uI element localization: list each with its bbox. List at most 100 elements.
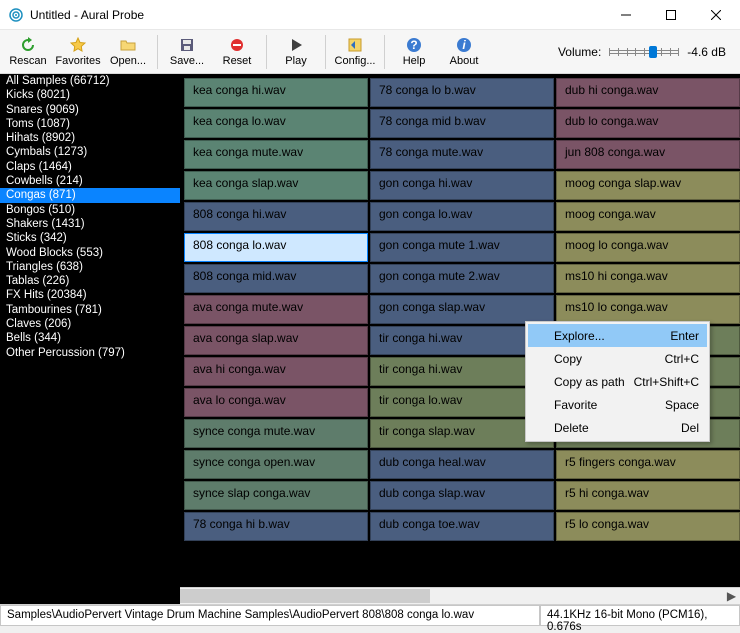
menu-item[interactable]: Copy as pathCtrl+Shift+C xyxy=(528,370,707,393)
menu-item-shortcut: Ctrl+C xyxy=(665,352,699,366)
sample-cell[interactable]: r5 hi conga.wav xyxy=(556,481,740,510)
title-bar: Untitled - Aural Probe xyxy=(0,0,740,30)
rescan-button[interactable]: Rescan xyxy=(4,32,52,72)
menu-item[interactable]: FavoriteSpace xyxy=(528,393,707,416)
menu-item[interactable]: Explore...Enter xyxy=(528,324,707,347)
sample-cell[interactable]: r5 fingers conga.wav xyxy=(556,450,740,479)
sample-cell[interactable]: 808 conga mid.wav xyxy=(184,264,368,293)
sample-cell[interactable]: moog conga.wav xyxy=(556,202,740,231)
sample-cell[interactable]: dub conga toe.wav xyxy=(370,512,554,541)
minimize-button[interactable] xyxy=(603,1,648,29)
sample-cell[interactable]: ms10 hi conga.wav xyxy=(556,264,740,293)
maximize-button[interactable] xyxy=(648,1,693,29)
category-item[interactable]: Cymbals (1273) xyxy=(0,145,180,159)
help-icon: ? xyxy=(405,36,423,54)
grid-row: 78 conga hi b.wavdub conga toe.wavr5 lo … xyxy=(184,512,740,541)
sample-cell[interactable]: kea conga slap.wav xyxy=(184,171,368,200)
sample-cell[interactable]: kea conga mute.wav xyxy=(184,140,368,169)
category-item[interactable]: Shakers (1431) xyxy=(0,217,180,231)
category-item[interactable]: Sticks (342) xyxy=(0,231,180,245)
info-icon: i xyxy=(455,36,473,54)
category-item[interactable]: Claves (206) xyxy=(0,317,180,331)
close-button[interactable] xyxy=(693,1,738,29)
sample-cell[interactable]: ava hi conga.wav xyxy=(184,357,368,386)
category-item[interactable]: Triangles (638) xyxy=(0,260,180,274)
status-info: 44.1KHz 16-bit Mono (PCM16), 0.676s xyxy=(540,605,740,626)
refresh-icon xyxy=(19,36,37,54)
menu-item[interactable]: Copy Ctrl+C xyxy=(528,347,707,370)
sample-cell[interactable]: dub lo conga.wav xyxy=(556,109,740,138)
sample-cell[interactable]: dub hi conga.wav xyxy=(556,78,740,107)
category-item[interactable]: Bongos (510) xyxy=(0,203,180,217)
sample-cell[interactable]: 78 conga hi b.wav xyxy=(184,512,368,541)
grid-row: kea conga mute.wav78 conga mute.wavjun 8… xyxy=(184,140,740,169)
star-icon xyxy=(69,36,87,54)
category-item[interactable]: Hihats (8902) xyxy=(0,131,180,145)
play-button[interactable]: Play xyxy=(272,32,320,72)
category-item[interactable]: Bells (344) xyxy=(0,331,180,345)
category-item[interactable]: Congas (871) xyxy=(0,188,180,202)
sample-cell[interactable]: kea conga lo.wav xyxy=(184,109,368,138)
scroll-right-arrow[interactable]: ▶ xyxy=(723,588,740,604)
category-item[interactable]: Toms (1087) xyxy=(0,117,180,131)
menu-item[interactable]: DeleteDel xyxy=(528,416,707,439)
sample-cell[interactable]: r5 lo conga.wav xyxy=(556,512,740,541)
sample-cell[interactable]: synce conga mute.wav xyxy=(184,419,368,448)
play-icon xyxy=(287,36,305,54)
category-item[interactable]: Wood Blocks (553) xyxy=(0,246,180,260)
sample-cell[interactable]: 78 conga mute.wav xyxy=(370,140,554,169)
category-item[interactable]: FX Hits (20384) xyxy=(0,288,180,302)
sample-cell[interactable]: dub conga heal.wav xyxy=(370,450,554,479)
sample-cell[interactable]: dub conga slap.wav xyxy=(370,481,554,510)
category-item[interactable]: All Samples (66712) xyxy=(0,74,180,88)
sample-cell[interactable]: moog conga slap.wav xyxy=(556,171,740,200)
category-item[interactable]: Claps (1464) xyxy=(0,160,180,174)
about-button[interactable]: iAbout xyxy=(440,32,488,72)
grid-row: kea conga hi.wav78 conga lo b.wavdub hi … xyxy=(184,78,740,107)
favorites-button[interactable]: Favorites xyxy=(54,32,102,72)
help-button[interactable]: ?Help xyxy=(390,32,438,72)
scrollbar-thumb[interactable] xyxy=(180,589,430,603)
sample-cell[interactable]: 808 conga hi.wav xyxy=(184,202,368,231)
save-icon xyxy=(178,36,196,54)
sample-cell[interactable]: gon conga hi.wav xyxy=(370,171,554,200)
svg-text:?: ? xyxy=(410,38,417,52)
sample-cell[interactable]: kea conga hi.wav xyxy=(184,78,368,107)
sample-cell[interactable]: gon conga lo.wav xyxy=(370,202,554,231)
grid-row: kea conga slap.wavgon conga hi.wavmoog c… xyxy=(184,171,740,200)
volume-slider[interactable] xyxy=(609,50,679,54)
config-button[interactable]: Config... xyxy=(331,32,379,72)
category-item[interactable]: Snares (9069) xyxy=(0,103,180,117)
volume-label: Volume: xyxy=(558,45,601,59)
open-button[interactable]: Open... xyxy=(104,32,152,72)
menu-item-label: Delete xyxy=(554,421,589,435)
sample-cell[interactable]: 78 conga mid b.wav xyxy=(370,109,554,138)
sample-cell[interactable]: gon conga slap.wav xyxy=(370,295,554,324)
menu-item-label: Explore... xyxy=(554,329,605,343)
category-item[interactable]: Kicks (8021) xyxy=(0,88,180,102)
volume-value: -4.6 dB xyxy=(687,45,726,59)
menu-item-label: Copy xyxy=(554,352,582,366)
sample-cell[interactable]: jun 808 conga.wav xyxy=(556,140,740,169)
horizontal-scrollbar[interactable]: ▶ xyxy=(180,587,740,604)
category-item[interactable]: Tablas (226) xyxy=(0,274,180,288)
sample-cell[interactable]: gon conga mute 2.wav xyxy=(370,264,554,293)
category-item[interactable]: Other Percussion (797) xyxy=(0,346,180,360)
category-item[interactable]: Tambourines (781) xyxy=(0,303,180,317)
sample-cell[interactable]: moog lo conga.wav xyxy=(556,233,740,262)
sample-cell[interactable]: 808 conga lo.wav xyxy=(184,233,368,262)
sample-cell[interactable]: ava lo conga.wav xyxy=(184,388,368,417)
sample-cell[interactable]: ava conga mute.wav xyxy=(184,295,368,324)
sample-cell[interactable]: ava conga slap.wav xyxy=(184,326,368,355)
sample-cell[interactable]: ms10 lo conga.wav xyxy=(556,295,740,324)
sample-cell[interactable]: gon conga mute 1.wav xyxy=(370,233,554,262)
grid-row: kea conga lo.wav78 conga mid b.wavdub lo… xyxy=(184,109,740,138)
sample-cell[interactable]: synce conga open.wav xyxy=(184,450,368,479)
category-item[interactable]: Cowbells (214) xyxy=(0,174,180,188)
config-icon xyxy=(346,36,364,54)
sample-cell[interactable]: 78 conga lo b.wav xyxy=(370,78,554,107)
save-button[interactable]: Save... xyxy=(163,32,211,72)
category-sidebar: All Samples (66712)Kicks (8021)Snares (9… xyxy=(0,74,180,604)
reset-button[interactable]: Reset xyxy=(213,32,261,72)
sample-cell[interactable]: synce slap conga.wav xyxy=(184,481,368,510)
